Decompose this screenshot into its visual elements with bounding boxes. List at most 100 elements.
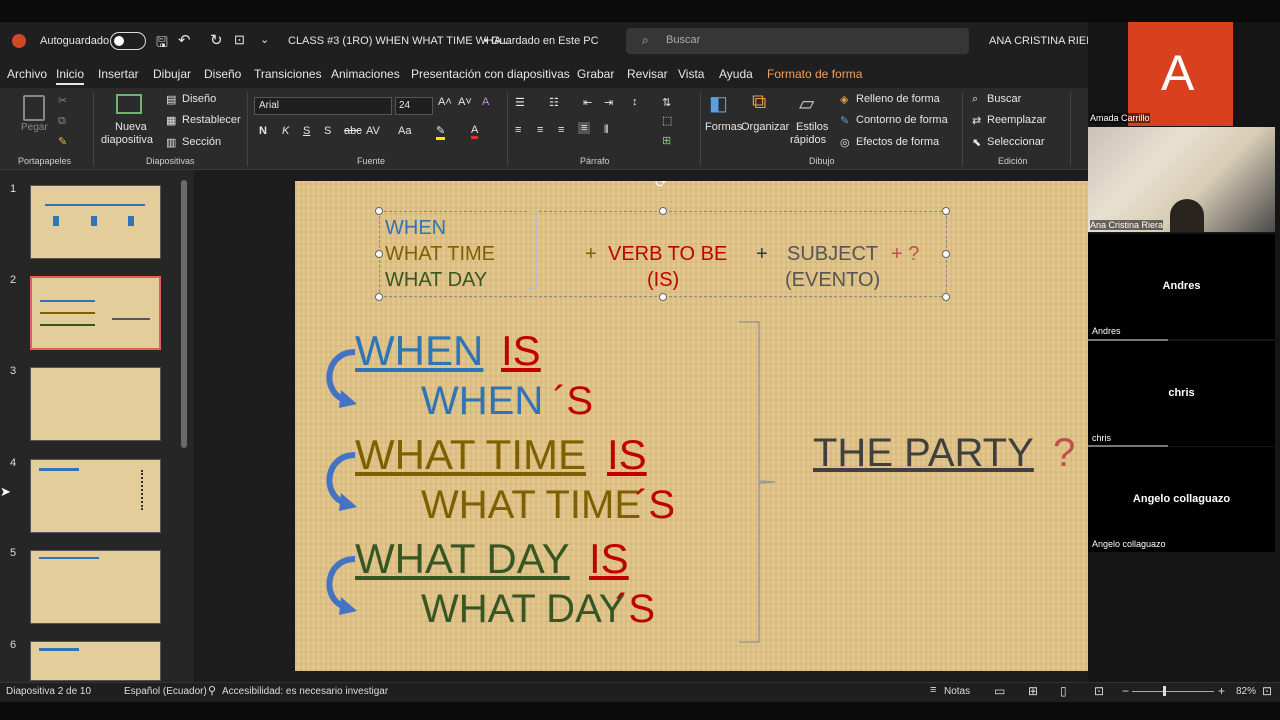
bold-icon[interactable]: N	[259, 125, 267, 137]
slide-thumbnail-2[interactable]	[30, 276, 161, 350]
resize-handle[interactable]	[659, 293, 667, 301]
tab-diseno[interactable]: Diseño	[204, 67, 241, 81]
replace-button[interactable]: Reemplazar	[987, 114, 1046, 126]
fit-slide-icon[interactable]: ⊡	[1262, 684, 1272, 698]
reading-view-icon[interactable]: ▯	[1060, 684, 1067, 698]
shape-effects-button[interactable]: Efectos de forma	[856, 136, 939, 148]
autosave-toggle[interactable]	[110, 32, 146, 50]
font-size-select[interactable]: 24	[395, 97, 433, 115]
resize-handle[interactable]	[375, 207, 383, 215]
zoom-in-icon[interactable]: +	[1218, 684, 1225, 698]
shape-outline-button[interactable]: Contorno de forma	[856, 114, 948, 126]
quick-styles-icon[interactable]: ▱	[799, 91, 814, 116]
customize-icon[interactable]: ⌄	[260, 33, 269, 46]
align-text-icon[interactable]: ⬚	[662, 114, 672, 127]
numbering-icon[interactable]: ☷	[549, 96, 559, 109]
resize-handle[interactable]	[659, 207, 667, 215]
new-slide-label[interactable]: Nueva	[115, 121, 147, 133]
align-left-icon[interactable]: ≡	[515, 124, 521, 136]
increase-indent-icon[interactable]: ⇥	[604, 96, 613, 109]
font-name-select[interactable]: Arial	[254, 97, 392, 115]
normal-view-icon[interactable]: ▭	[994, 684, 1005, 698]
resize-handle[interactable]	[942, 250, 950, 258]
layout-button[interactable]: Diseño	[182, 93, 216, 105]
arrange-icon[interactable]: ⧉	[752, 91, 766, 114]
italic-icon[interactable]: K	[282, 125, 289, 137]
align-right-icon[interactable]: ≡	[558, 124, 564, 136]
shrink-font-icon[interactable]: A˅	[458, 96, 472, 108]
shapes-label[interactable]: Formas	[705, 121, 742, 133]
zoom-level[interactable]: 82%	[1236, 686, 1256, 697]
tab-dibujar[interactable]: Dibujar	[153, 67, 191, 81]
change-case-icon[interactable]: Aa	[398, 125, 411, 137]
find-button[interactable]: Buscar	[987, 93, 1021, 105]
align-center-icon[interactable]: ≡	[537, 124, 543, 136]
resize-handle[interactable]	[942, 207, 950, 215]
paste-label[interactable]: Pegar	[21, 122, 48, 133]
tab-presentacion[interactable]: Presentación con diapositivas	[411, 67, 570, 81]
justify-icon[interactable]: ≡	[578, 122, 591, 134]
slide-thumbnail-6[interactable]	[30, 641, 161, 681]
zoom-slider-thumb[interactable]	[1163, 686, 1166, 696]
rotate-handle-icon[interactable]: ⟳	[655, 181, 667, 191]
slide-sorter-icon[interactable]: ⊞	[1028, 684, 1038, 698]
thumbnail-scrollbar[interactable]	[181, 180, 187, 448]
tab-archivo[interactable]: Archivo	[7, 67, 47, 81]
cut-icon[interactable]: ✂	[58, 94, 67, 107]
line-spacing-icon[interactable]: ↕	[632, 96, 638, 108]
resize-handle[interactable]	[375, 250, 383, 258]
columns-icon[interactable]: ⫴	[604, 124, 609, 137]
slide-thumbnail-1[interactable]	[30, 185, 161, 259]
resize-handle[interactable]	[942, 293, 950, 301]
quick-styles-label-2[interactable]: rápidos	[790, 134, 826, 146]
slide-thumbnail-3[interactable]	[30, 367, 161, 441]
save-icon[interactable]: 🖫	[156, 32, 168, 56]
tab-vista[interactable]: Vista	[678, 67, 704, 81]
decrease-indent-icon[interactable]: ⇤	[583, 96, 592, 109]
strikethrough-icon[interactable]: abc	[344, 125, 362, 137]
search-box[interactable]: ⌕ Buscar	[626, 28, 969, 54]
zoom-slider[interactable]	[1132, 691, 1214, 692]
paste-icon[interactable]	[23, 95, 45, 121]
slide-thumbnail-4[interactable]	[30, 459, 161, 533]
user-name[interactable]: ANA CRISTINA RIERA	[989, 35, 1101, 47]
new-slide-label-2[interactable]: diapositiva	[101, 134, 153, 146]
resize-handle[interactable]	[375, 293, 383, 301]
redo-icon[interactable]: ↻	[210, 31, 223, 49]
arrange-label[interactable]: Organizar	[741, 121, 789, 133]
spacing-icon[interactable]: AV	[366, 125, 380, 137]
grow-font-icon[interactable]: A˄	[438, 96, 452, 108]
tab-ayuda[interactable]: Ayuda	[719, 67, 753, 81]
shapes-icon[interactable]: ◧	[709, 91, 728, 116]
tab-animaciones[interactable]: Animaciones	[331, 67, 400, 81]
tab-inicio[interactable]: Inicio	[56, 67, 85, 85]
slideshow-icon[interactable]: ⊡	[1094, 684, 1104, 698]
language[interactable]: Español (Ecuador)	[124, 686, 207, 697]
zoom-out-icon[interactable]: −	[1122, 684, 1129, 698]
section-button[interactable]: Sección	[182, 136, 221, 148]
notes-button[interactable]: Notas	[944, 686, 970, 697]
tab-formato-forma[interactable]: Formato de forma	[767, 67, 862, 81]
bullets-icon[interactable]: ☰	[515, 96, 525, 109]
quick-styles-label[interactable]: Estilos	[796, 121, 828, 133]
format-painter-icon[interactable]: ✎	[58, 135, 67, 148]
reset-button[interactable]: Restablecer	[182, 114, 241, 126]
saved-state[interactable]: • Guardado en Este PC	[484, 35, 599, 47]
clear-format-icon[interactable]: A	[482, 96, 489, 108]
accessibility-status[interactable]: Accesibilidad: es necesario investigar	[222, 686, 388, 697]
smartart-icon[interactable]: ⊞	[662, 134, 671, 147]
new-slide-icon[interactable]	[116, 94, 142, 114]
underline-icon[interactable]: S	[303, 125, 310, 137]
tab-revisar[interactable]: Revisar	[627, 67, 668, 81]
tab-transiciones[interactable]: Transiciones	[254, 67, 322, 81]
copy-icon[interactable]: ⧉	[58, 115, 66, 128]
slide-thumbnail-5[interactable]	[30, 550, 161, 624]
highlight-icon[interactable]: ✎	[436, 124, 446, 140]
current-slide[interactable]: ⟳ WHEN WHAT TIME WHAT DAY + VERB TO BE (…	[295, 181, 1166, 671]
tab-insertar[interactable]: Insertar	[98, 67, 139, 81]
present-icon[interactable]: ⊡	[234, 32, 245, 48]
text-direction-icon[interactable]: ⇅	[662, 96, 671, 109]
shadow-icon[interactable]: S	[324, 125, 331, 137]
shape-fill-button[interactable]: Relleno de forma	[856, 93, 940, 105]
tab-grabar[interactable]: Grabar	[577, 67, 614, 81]
